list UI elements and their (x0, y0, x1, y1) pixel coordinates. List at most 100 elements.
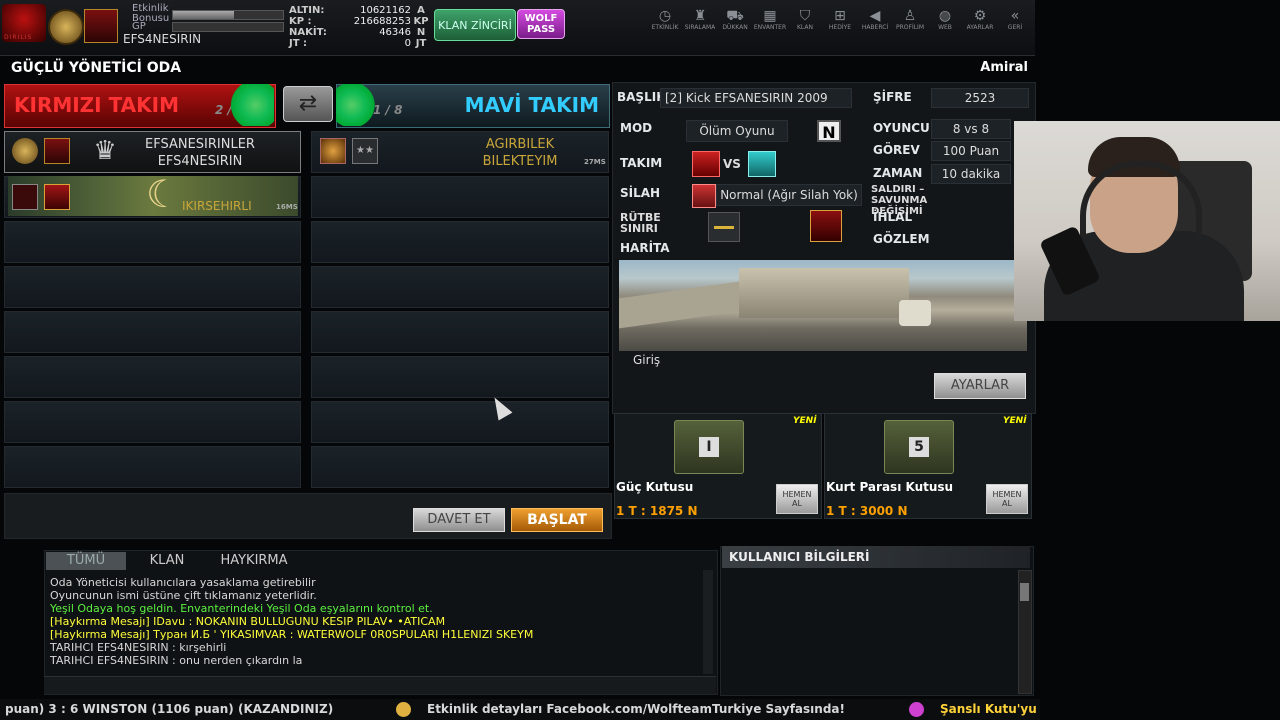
chat-message: [Haykırma Mesajı] IDavu : NOKANIN BULLUG… (50, 615, 446, 628)
chat-input[interactable] (44, 676, 716, 694)
player-slot[interactable] (4, 221, 301, 263)
blue-p1-sub: BILEKTEYIM (482, 154, 558, 169)
player-slot[interactable] (311, 221, 609, 263)
gift-icon: ⊞ (834, 8, 846, 24)
chat-tab-haykirma[interactable]: HAYKIRMA (208, 552, 300, 570)
megaphone-icon: ◀ (869, 8, 881, 24)
crescent-icon: ☾ (146, 172, 181, 216)
red-team-join-icon[interactable] (228, 84, 274, 126)
chat-tab-tümü[interactable]: TÜMÜ (46, 552, 126, 570)
mode-label: MOD (620, 121, 653, 135)
nav-hedi̇ye[interactable]: ⊞ HEDİYE (822, 8, 858, 32)
currency-value: 0 (404, 38, 411, 49)
blue-p1-name: AGIRBILEK (485, 137, 555, 152)
player-slot[interactable] (311, 266, 609, 308)
user-info-title: KULLANICI BİLGİLERİ (722, 546, 1030, 568)
blue-team-count: 1 / 8 (373, 103, 403, 117)
clan-icon: ⛉ (799, 8, 811, 24)
nav-klan[interactable]: ⛉ KLAN (787, 8, 823, 32)
currency-label: NAKİT: (289, 27, 327, 38)
currency-unit: N (416, 27, 426, 38)
ticker-text-3: Şanslı Kutu'yu (940, 702, 1037, 716)
nav-haberci̇[interactable]: ◀ HABERCİ (857, 8, 893, 32)
room-title: GÜÇLÜ YÖNETİCİ ODA (11, 60, 182, 76)
nav-label: PROFİLIM (895, 24, 925, 31)
buy-now-button[interactable]: HEMEN AL (776, 484, 818, 514)
blue-team-join-icon[interactable] (336, 84, 376, 126)
time-select[interactable]: 10 dakika (931, 164, 1011, 184)
player-slot[interactable] (311, 446, 609, 488)
news-ticker: puan) 3 : 6 WINSTON (1106 puan) (KAZANDI… (0, 699, 1040, 720)
wolf-pass-button[interactable]: WOLF PASS (517, 9, 565, 39)
player-slot[interactable] (4, 401, 301, 443)
back-icon: « (1010, 8, 1020, 24)
player-slot[interactable] (311, 356, 609, 398)
red-p1-rank-icon (12, 138, 38, 164)
player-slot[interactable] (311, 176, 609, 218)
violation-label: İHLAL (873, 210, 913, 224)
chat-scrollbar[interactable] (703, 570, 713, 674)
currency-unit: KP (413, 16, 429, 27)
blue-p1-ping: 27MS (584, 158, 606, 166)
map-preview[interactable] (619, 260, 1027, 351)
shop-item-name: Kurt Parası Kutusu (826, 480, 954, 494)
players-select[interactable]: 8 vs 8 (931, 119, 1011, 139)
weapon-label: SİLAH (620, 186, 661, 200)
shop-item-price: 1 T : 3000 N (826, 504, 908, 518)
web-icon: ◍ (938, 8, 952, 24)
chat-tab-klan[interactable]: KLAN (128, 552, 206, 570)
player-slot[interactable] (4, 446, 301, 488)
event-bonus-fill (173, 11, 234, 19)
klan-chain-button[interactable]: KLAN ZİNCİRİ (434, 9, 516, 41)
crate-icon: I (674, 420, 744, 474)
nav-label: AYARLAR (966, 24, 994, 31)
players-label: OYUNCU (873, 121, 930, 135)
player-slot[interactable] (311, 311, 609, 353)
vs-text: VS (723, 157, 741, 171)
user-info-panel (720, 546, 1034, 696)
map-label: HARİTA (620, 241, 670, 255)
nav-label: KLAN (796, 24, 813, 31)
player-slot[interactable] (4, 356, 301, 398)
currency-unit: JT (415, 38, 427, 49)
player-slot[interactable] (4, 266, 301, 308)
settings-button[interactable]: AYARLAR (934, 373, 1026, 399)
swap-teams-icon[interactable]: ⇄ (283, 86, 333, 122)
nav-ayarlar[interactable]: ⚙ AYARLAR (962, 8, 998, 32)
blue-team-header[interactable]: 1 / 8 MAVİ TAKIM (336, 84, 610, 128)
crate-number: 5 (909, 437, 929, 457)
nav-label: WEB (938, 24, 952, 31)
nav-geri̇[interactable]: «GERİ (997, 8, 1033, 32)
nav-siralama[interactable]: ♜ SIRALAMA (682, 8, 718, 32)
nav-web[interactable]: ◍ WEB (927, 8, 963, 32)
mission-select[interactable]: 100 Puan (931, 141, 1011, 161)
start-button[interactable]: BAŞLAT (511, 508, 603, 532)
password-field[interactable]: 2523 (931, 88, 1029, 108)
player-slot[interactable] (4, 311, 301, 353)
user-info-scrollbar[interactable] (1018, 570, 1032, 694)
nav-profi̇lim[interactable]: ♙ PROFİLIM (892, 8, 928, 32)
mode-select[interactable]: Ölüm Oyunu (686, 120, 788, 142)
shop-item-name: Güç Kutusu (616, 480, 694, 494)
red-p1-sub: EFS4NESIRIN (157, 154, 243, 169)
invite-button[interactable]: DAVET ET (413, 508, 505, 532)
blue-team-name: MAVİ TAKIM (464, 93, 599, 117)
title-field[interactable]: [2] Kick EFSANESIRIN 2009 (660, 88, 852, 108)
nav-dükkan[interactable]: ⛟ DÜKKAN (717, 8, 753, 32)
crate-number: I (699, 437, 719, 457)
player-slot[interactable] (311, 401, 609, 443)
rank-max-icon[interactable] (810, 210, 842, 242)
weapon-select[interactable]: Normal (Ağır Silah Yok) (716, 184, 862, 206)
nav-label: GERİ (1007, 24, 1023, 31)
nav-etki̇nli̇k[interactable]: ◷ ETKİNLİK (647, 8, 683, 32)
red-p1-name: EFSANESIRINLER (145, 137, 255, 152)
chat-message: Yeşil Odaya hoş geldin. Envanterindeki Y… (50, 602, 433, 615)
rank-badge-icon (48, 9, 84, 45)
clan-badge-icon (84, 9, 118, 43)
buy-now-button[interactable]: HEMEN AL (986, 484, 1028, 514)
nav-envanter[interactable]: ▦ ENVANTER (752, 8, 788, 32)
currency-label: JT : (289, 38, 308, 49)
red-p1-clan-icon (44, 138, 70, 164)
rank-min-icon[interactable] (708, 212, 740, 242)
blue-p1-clan-icon: ★★ (352, 138, 378, 164)
